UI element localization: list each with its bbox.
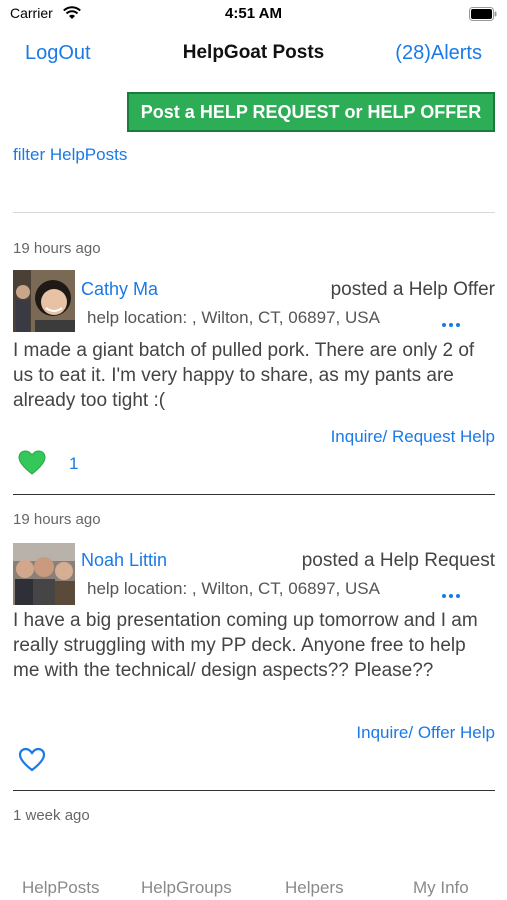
post-type-label: posted a Help Offer [330, 279, 495, 300]
tab-my-info[interactable]: My Info [413, 878, 469, 898]
poster-name-link[interactable]: Noah Littin [81, 550, 167, 571]
logout-button[interactable]: LogOut [25, 42, 91, 65]
tab-helpgroups[interactable]: HelpGroups [141, 878, 232, 898]
battery-icon [469, 7, 497, 21]
tab-helpposts[interactable]: HelpPosts [22, 878, 99, 898]
divider [13, 790, 495, 791]
more-options-icon[interactable] [440, 591, 462, 601]
inquire-offer-help-link[interactable]: Inquire/ Offer Help [356, 723, 495, 743]
avatar[interactable] [13, 270, 75, 332]
divider [13, 494, 495, 495]
poster-name-link[interactable]: Cathy Ma [81, 279, 158, 300]
post-type-label: posted a Help Request [301, 550, 495, 571]
heart-outline-icon[interactable] [18, 747, 46, 773]
alerts-button[interactable]: (28)Alerts [395, 42, 482, 65]
post-body: I have a big presentation coming up tomo… [13, 610, 478, 681]
help-location: help location: , Wilton, CT, 06897, USA [87, 579, 380, 598]
post-help-button[interactable]: Post a HELP REQUEST or HELP OFFER [127, 92, 495, 132]
avatar[interactable] [13, 543, 75, 605]
help-location: help location: , Wilton, CT, 06897, USA [87, 308, 380, 327]
like-count: 1 [69, 454, 79, 473]
inquire-request-help-link[interactable]: Inquire/ Request Help [331, 427, 495, 447]
post-time: 1 week ago [13, 807, 90, 824]
status-bar: Carrier 4:51 AM [0, 0, 507, 28]
post-time: 19 hours ago [13, 511, 101, 528]
nav-bar: LogOut HelpGoat Posts (28)Alerts [0, 32, 507, 76]
filter-helpposts-link[interactable]: filter HelpPosts [13, 145, 127, 165]
divider [13, 212, 495, 213]
heart-filled-icon[interactable] [18, 450, 46, 476]
tab-helpers[interactable]: Helpers [285, 878, 344, 898]
more-options-icon[interactable] [440, 320, 462, 330]
post-time: 19 hours ago [13, 240, 101, 257]
post-body: I made a giant batch of pulled pork. The… [13, 340, 475, 411]
tab-bar: HelpPosts HelpGroups Helpers My Info [0, 866, 507, 900]
status-time: 4:51 AM [225, 5, 282, 22]
